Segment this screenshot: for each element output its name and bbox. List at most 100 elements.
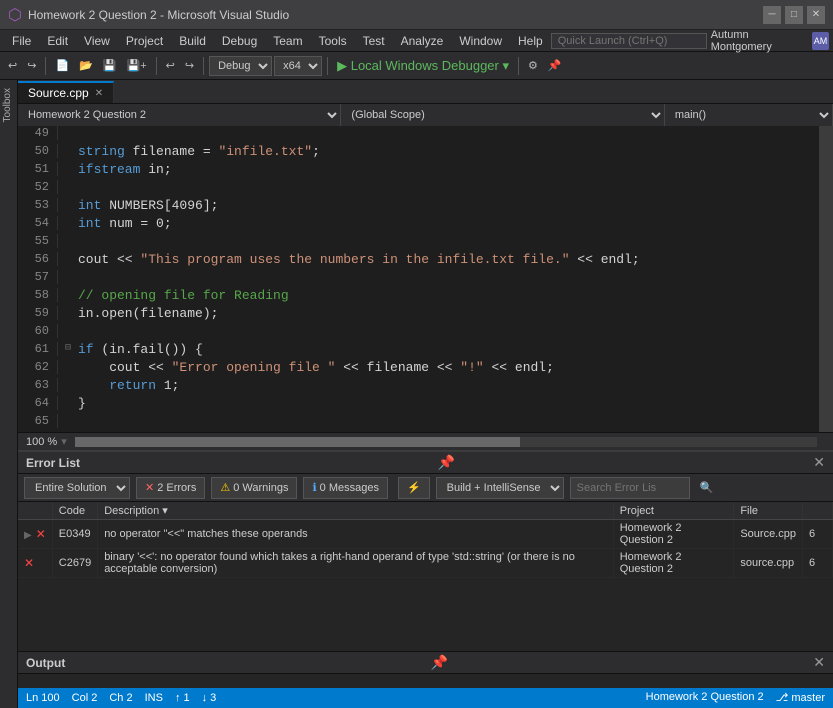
output-panel-close-btn[interactable]: ✕ bbox=[813, 654, 825, 671]
row2-code: C2679 bbox=[52, 549, 97, 578]
code-line-62: 62 cout << "Error opening file " << file… bbox=[18, 360, 819, 378]
user-name: Autumn Montgomery bbox=[711, 29, 808, 53]
menu-team[interactable]: Team bbox=[265, 32, 310, 50]
platform-dropdown[interactable]: x64 bbox=[274, 56, 322, 76]
error-table[interactable]: Code Description ▾ Project File ▶✕ E0349… bbox=[18, 502, 833, 651]
menu-tools[interactable]: Tools bbox=[311, 32, 355, 50]
toolbar-open-btn[interactable]: 📂 bbox=[75, 57, 97, 74]
menu-build[interactable]: Build bbox=[171, 32, 214, 50]
code-line-55: 55 bbox=[18, 234, 819, 252]
row2-expand[interactable]: ✕ bbox=[18, 549, 52, 578]
status-project[interactable]: Homework 2 Question 2 bbox=[646, 691, 764, 704]
errors-count-button[interactable]: ✕ 2 Errors bbox=[136, 477, 205, 499]
row1-expand[interactable]: ▶✕ bbox=[18, 520, 52, 549]
error-panel-pin-btn[interactable]: 📌 bbox=[438, 454, 455, 471]
solution-filter-dropdown[interactable]: Entire Solution bbox=[24, 477, 130, 499]
error-search-input[interactable] bbox=[570, 477, 690, 499]
menu-edit[interactable]: Edit bbox=[39, 32, 76, 50]
tab-close-btn[interactable]: ✕ bbox=[95, 88, 103, 99]
status-col: Col 2 bbox=[72, 692, 98, 704]
code-line-54: 54 int num = 0; bbox=[18, 216, 819, 234]
col-file[interactable]: File bbox=[734, 502, 803, 520]
code-line-64: 64 } bbox=[18, 396, 819, 414]
toolbar-redo-btn[interactable]: ↪ bbox=[181, 57, 198, 74]
close-button[interactable]: ✕ bbox=[807, 6, 825, 24]
error-panel-close-btn[interactable]: ✕ bbox=[813, 454, 825, 471]
error-panel-header: Error List 📌 ✕ bbox=[18, 452, 833, 474]
row1-line: 6 bbox=[803, 520, 833, 549]
run-button[interactable]: ▶ Local Windows Debugger ▾ bbox=[333, 56, 513, 76]
editor-container: Source.cpp ✕ Homework 2 Question 2 (Glob… bbox=[18, 80, 833, 450]
col-line[interactable] bbox=[803, 502, 833, 520]
col-project[interactable]: Project bbox=[613, 502, 734, 520]
menu-window[interactable]: Window bbox=[451, 32, 510, 50]
row2-description: binary '<<': no operator found which tak… bbox=[98, 549, 614, 578]
row1-code: E0349 bbox=[52, 520, 97, 549]
toolbar-extra-2[interactable]: 📌 bbox=[544, 57, 566, 74]
messages-count-button[interactable]: ℹ 0 Messages bbox=[303, 477, 388, 499]
menu-test[interactable]: Test bbox=[355, 32, 393, 50]
intellisense-filter-btn[interactable]: ⚡ bbox=[398, 477, 430, 499]
row1-file: Source.cpp bbox=[734, 520, 803, 549]
status-bar: Ln 100 Col 2 Ch 2 INS ↑ 1 ↓ 3 Homework 2… bbox=[18, 688, 833, 708]
output-panel: Output 📌 ✕ bbox=[18, 651, 833, 688]
quick-launch-input[interactable] bbox=[551, 33, 707, 49]
func-nav-dropdown[interactable]: main() bbox=[665, 104, 833, 126]
toolbar-undo-btn[interactable]: ↩ bbox=[162, 57, 179, 74]
error-row-1[interactable]: ▶✕ E0349 no operator "<<" matches these … bbox=[18, 520, 833, 549]
output-panel-pin-btn[interactable]: 📌 bbox=[431, 654, 448, 671]
menu-view[interactable]: View bbox=[76, 32, 118, 50]
scope-nav-dropdown[interactable]: (Global Scope) bbox=[341, 104, 664, 126]
menu-file[interactable]: File bbox=[4, 32, 39, 50]
status-ins: INS bbox=[145, 692, 163, 704]
toolbar-extra-1[interactable]: ⚙ bbox=[524, 57, 542, 74]
status-arrow-up: ↑ 1 bbox=[175, 692, 190, 704]
code-line-56: 56 cout << "This program uses the number… bbox=[18, 252, 819, 270]
menu-analyze[interactable]: Analyze bbox=[393, 32, 452, 50]
col-code[interactable]: Code bbox=[52, 502, 97, 520]
maximize-button[interactable]: □ bbox=[785, 6, 803, 24]
code-line-60: 60 bbox=[18, 324, 819, 342]
toolbox-label[interactable]: Toolbox bbox=[0, 84, 15, 126]
intellisense-icon: ⚡ bbox=[407, 481, 421, 494]
code-area[interactable]: 49 50 string filename = "infile.txt"; bbox=[18, 126, 819, 432]
build-filter-dropdown[interactable]: Build + IntelliSense bbox=[436, 477, 564, 499]
tab-bar: Source.cpp ✕ bbox=[18, 80, 833, 104]
zoom-dropdown-arrow[interactable]: ▾ bbox=[61, 435, 67, 448]
row2-file: source.cpp bbox=[734, 549, 803, 578]
col-expand bbox=[18, 502, 52, 520]
toolbar-save-btn[interactable]: 💾 bbox=[99, 57, 121, 74]
status-branch[interactable]: ⎇ master bbox=[776, 691, 825, 704]
toolbar-forward-btn[interactable]: ↪ bbox=[23, 57, 40, 74]
toolbar-back-btn[interactable]: ↩ bbox=[4, 57, 21, 74]
zoom-level[interactable]: 100 % bbox=[26, 436, 57, 448]
error-search-btn[interactable]: 🔍 bbox=[696, 479, 718, 496]
title-bar: ⬡ Homework 2 Question 2 - Microsoft Visu… bbox=[0, 0, 833, 30]
error-panel-title: Error List bbox=[26, 456, 80, 470]
project-nav-dropdown[interactable]: Homework 2 Question 2 bbox=[18, 104, 341, 126]
toolbar-save-all-btn[interactable]: 💾+ bbox=[123, 57, 151, 74]
error-panel: Error List 📌 ✕ Entire Solution ✕ 2 Error… bbox=[18, 450, 833, 651]
status-arrow-down: ↓ 3 bbox=[202, 692, 217, 704]
code-scrollbar[interactable] bbox=[819, 126, 833, 432]
window-controls: ─ □ ✕ bbox=[763, 6, 825, 24]
output-title: Output bbox=[26, 656, 65, 670]
message-icon: ℹ bbox=[312, 481, 316, 494]
menu-debug[interactable]: Debug bbox=[214, 32, 265, 50]
menu-help[interactable]: Help bbox=[510, 32, 551, 50]
col-description[interactable]: Description ▾ bbox=[98, 502, 614, 520]
minimize-button[interactable]: ─ bbox=[763, 6, 781, 24]
horiz-scrollbar-thumb[interactable] bbox=[75, 437, 520, 447]
tab-label: Source.cpp bbox=[28, 86, 89, 100]
horiz-scrollbar[interactable] bbox=[75, 437, 817, 447]
warnings-count-button[interactable]: ⚠ 0 Warnings bbox=[211, 477, 297, 499]
toolbar-new-btn[interactable]: 📄 bbox=[51, 57, 73, 74]
user-avatar[interactable]: AM bbox=[812, 32, 829, 50]
error-row-2[interactable]: ✕ C2679 binary '<<': no operator found w… bbox=[18, 549, 833, 578]
code-line-49: 49 bbox=[18, 126, 819, 144]
title-text: Homework 2 Question 2 - Microsoft Visual… bbox=[28, 8, 763, 22]
editor-tab-source[interactable]: Source.cpp ✕ bbox=[18, 81, 114, 103]
vs-icon: ⬡ bbox=[8, 5, 22, 25]
menu-project[interactable]: Project bbox=[118, 32, 171, 50]
debug-config-dropdown[interactable]: Debug bbox=[209, 56, 272, 76]
